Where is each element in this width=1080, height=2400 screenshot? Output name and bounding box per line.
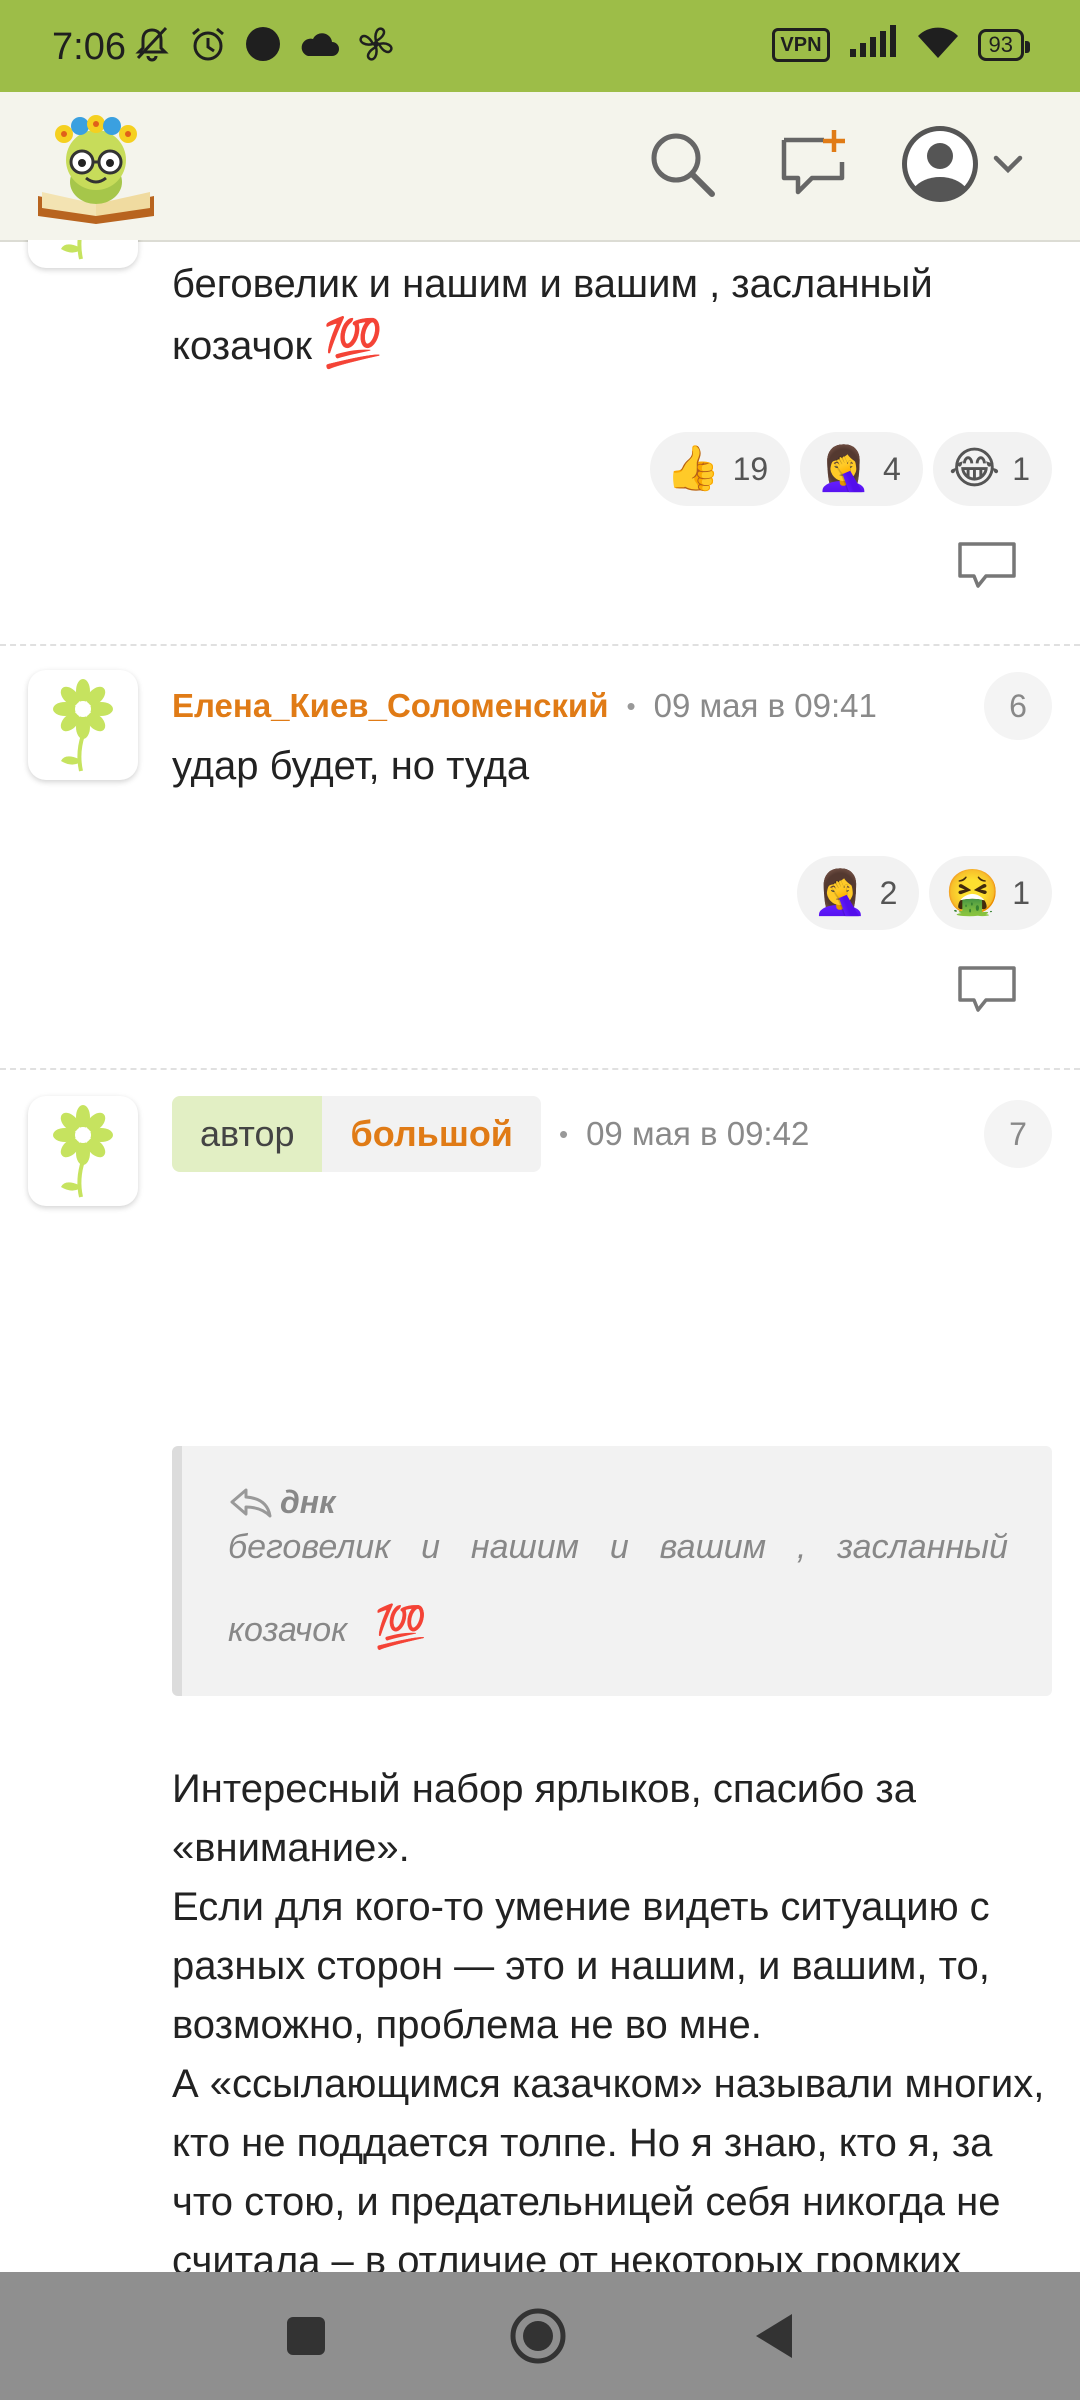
- wifi-icon: [916, 24, 960, 65]
- app-header: [0, 92, 1080, 242]
- quote-text-line: козачок 💯: [228, 1603, 427, 1650]
- comment-body: беговелик и нашим и вашим , засланный ко…: [172, 254, 1052, 376]
- hundred-emoji: 💯: [323, 317, 383, 370]
- quote-text-line: беговелик и нашим и вашим , засланный: [228, 1528, 1008, 1566]
- comment: Елена_Киев_Соломенский • 09 мая в 09:41 …: [0, 646, 1080, 1070]
- avatar-icon: [902, 126, 1023, 202]
- back-icon: [756, 2314, 792, 2358]
- site-logo[interactable]: [34, 112, 158, 224]
- comments-feed[interactable]: беговелик и нашим и вашим , засланный ко…: [0, 240, 1080, 2272]
- comment-date[interactable]: 09 мая в 09:42: [586, 1115, 809, 1153]
- flower-icon: [53, 679, 113, 772]
- back-button[interactable]: [744, 2306, 804, 2366]
- comment-date[interactable]: 09 мая в 09:41: [654, 687, 877, 725]
- home-button[interactable]: [508, 2306, 568, 2366]
- signal-icon: [848, 25, 898, 64]
- account-menu-button[interactable]: [900, 122, 1030, 206]
- author-name[interactable]: большой: [322, 1096, 541, 1172]
- meta-separator: •: [558, 1118, 569, 1149]
- reactions-bar: 👍 19 🤦‍♀️ 4 😂 1: [649, 432, 1052, 506]
- system-nav-bar: [0, 2272, 1080, 2400]
- comment-number[interactable]: 6: [984, 672, 1052, 740]
- comment-meta: Елена_Киев_Соломенский • 09 мая в 09:41: [172, 676, 877, 736]
- comment-body: Интересный набор ярлыков, спасибо за «вн…: [172, 1760, 1052, 2272]
- battery-indicator: 93: [977, 28, 1031, 61]
- user-avatar[interactable]: [28, 670, 138, 780]
- comment-paragraph: Если для кого-то умение видеть ситуацию …: [172, 1885, 990, 2047]
- comment: автор большой • 09 мая в 09:42 7 днк бег…: [0, 1070, 1080, 2272]
- reaction-facepalm[interactable]: 🤦‍♀️ 2: [796, 856, 920, 930]
- vpn-badge: VPN: [772, 27, 830, 62]
- comment: беговелик и нашим и вашим , засланный ко…: [0, 240, 1080, 646]
- status-bar: 7:06 VPN 93: [0, 0, 1080, 92]
- search-icon: [651, 133, 715, 197]
- home-icon: [510, 2308, 566, 2364]
- comment-paragraph: Интересный набор ярлыков, спасибо за «вн…: [172, 1767, 917, 1870]
- reply-bubble-icon: [958, 966, 1016, 1012]
- notification-icons: [132, 24, 396, 69]
- cloud-icon: [298, 26, 340, 67]
- new-post-icon: [781, 130, 845, 195]
- reply-bubble-icon: [958, 542, 1016, 588]
- status-time: 7:06: [52, 26, 126, 68]
- author-tag: автор: [172, 1096, 323, 1172]
- reply-button[interactable]: [956, 964, 1018, 1016]
- hundred-emoji: 💯: [374, 1603, 427, 1650]
- author-name[interactable]: Елена_Киев_Соломенский: [172, 687, 609, 725]
- reactions-bar: 🤦‍♀️ 2 🤮 1: [796, 856, 1052, 930]
- dot-icon: [244, 25, 282, 68]
- quote-text: беговелик и нашим и вашим , засланный ко…: [228, 1517, 1008, 1660]
- comment-paragraph: А «ссылающимся казачком» называли многих…: [172, 2062, 1045, 2272]
- reaction-vomit[interactable]: 🤮 1: [929, 856, 1052, 930]
- user-avatar[interactable]: [28, 240, 138, 268]
- meta-separator: •: [626, 690, 636, 721]
- flower-icon: [61, 240, 83, 260]
- comment-body: удар будет, но туда: [172, 744, 530, 788]
- reply-button[interactable]: [956, 540, 1018, 592]
- search-button[interactable]: [640, 122, 724, 206]
- reaction-laugh[interactable]: 😂 1: [932, 432, 1052, 506]
- quote-author: днк: [228, 1484, 1008, 1521]
- fan-icon: [356, 24, 396, 69]
- reaction-thumbs-up[interactable]: 👍 19: [649, 432, 791, 506]
- reaction-facepalm[interactable]: 🤦‍♀️ 4: [800, 432, 923, 506]
- comment-text-line: беговелик и нашим и вашим , засланный: [172, 262, 933, 306]
- comment-number[interactable]: 7: [984, 1100, 1052, 1168]
- quote-author-name: днк: [280, 1484, 336, 1520]
- user-avatar[interactable]: [28, 1096, 138, 1206]
- quote-block[interactable]: днк беговелик и нашим и вашим , засланны…: [172, 1446, 1052, 1696]
- new-post-button[interactable]: [772, 122, 856, 206]
- comment-meta: автор большой • 09 мая в 09:42: [172, 1096, 809, 1172]
- flower-icon: [53, 1105, 113, 1198]
- reply-arrow-icon: [230, 1488, 272, 1517]
- recents-icon: [287, 2317, 325, 2355]
- alarm-icon: [188, 24, 228, 69]
- mute-icon: [132, 24, 172, 69]
- recents-button[interactable]: [276, 2306, 336, 2366]
- author-tag-group: автор большой: [172, 1096, 541, 1172]
- comment-text-line: козачок 💯: [172, 317, 383, 370]
- system-icons: VPN 93: [772, 24, 1031, 65]
